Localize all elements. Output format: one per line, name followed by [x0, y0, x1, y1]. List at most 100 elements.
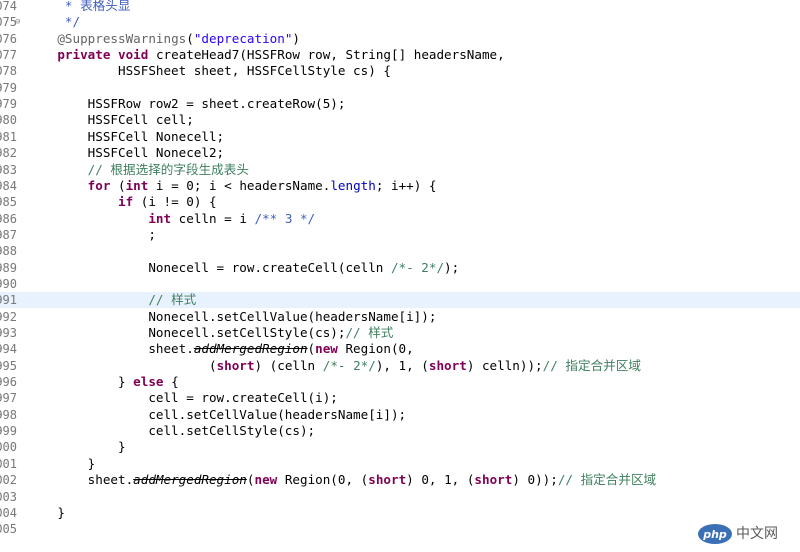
- code-line[interactable]: 003: [0, 489, 800, 505]
- code-line[interactable]: 990: [0, 276, 800, 292]
- code-line[interactable]: 992 Nonecell.setCellValue(headersName[i]…: [0, 309, 800, 325]
- code-text: cell.setCellStyle(cs);: [27, 423, 315, 439]
- code-token: *: [27, 0, 81, 13]
- line-number: 990: [0, 276, 17, 291]
- code-line[interactable]: 996 } else {: [0, 374, 800, 390]
- code-line[interactable]: 995 (short) (celln /*- 2*/), 1, (short) …: [0, 358, 800, 374]
- line-number: 996: [0, 375, 17, 390]
- code-token: private: [57, 47, 111, 63]
- php-logo: php: [698, 524, 732, 544]
- line-number: 982: [0, 146, 17, 161]
- code-line[interactable]: 074 * 表格头显: [0, 0, 800, 14]
- code-token: (i != 0) {: [133, 194, 217, 210]
- code-text: }: [27, 456, 96, 472]
- code-token: void: [118, 47, 149, 63]
- code-token: ) 0, 1, (: [406, 472, 475, 488]
- code-token: else: [133, 374, 164, 390]
- code-token: Nonecell.setCellValue(headersName[i]);: [27, 308, 437, 324]
- code-line[interactable]: 989 Nonecell = row.createCell(celln /*- …: [0, 260, 800, 276]
- code-line[interactable]: 991 // 样式: [0, 292, 800, 309]
- code-line[interactable]: 987 ;: [0, 227, 800, 243]
- line-number: 980: [0, 113, 17, 128]
- code-text: HSSFCell Nonecell;: [27, 129, 224, 145]
- code-line[interactable]: 999 cell.setCellStyle(cs);: [0, 423, 800, 439]
- code-token: ; i++) {: [375, 177, 437, 193]
- code-token: (: [110, 177, 126, 193]
- code-token: // 根据选择的字段生成表头: [87, 161, 249, 177]
- code-line[interactable]: 993 Nonecell.setCellStyle(cs);// 样式: [0, 325, 800, 341]
- code-line[interactable]: 076 @SuppressWarnings("deprecation"): [0, 31, 800, 47]
- line-number: 078: [0, 64, 17, 79]
- code-token: HSSFCell Nonecel2;: [27, 145, 225, 161]
- code-line[interactable]: 998 cell.setCellValue(headersName[i]);: [0, 407, 800, 423]
- code-line[interactable]: 005: [0, 521, 800, 537]
- line-number: 981: [0, 129, 17, 144]
- code-line[interactable]: 980 HSSFCell cell;: [0, 112, 800, 128]
- code-text: HSSFSheet sheet, HSSFCellStyle cs) {: [27, 63, 391, 79]
- code-token: // 样式: [345, 325, 394, 340]
- line-number: 985: [0, 195, 17, 210]
- code-line[interactable]: 984 for (int i = 0; i < headersName.leng…: [0, 178, 800, 194]
- line-number: 002: [0, 473, 17, 488]
- code-line[interactable]: 075⊖ */: [0, 14, 800, 30]
- code-text: }: [27, 505, 65, 521]
- code-line[interactable]: 988: [0, 243, 800, 259]
- code-token: /*- 2*/: [322, 357, 376, 373]
- code-line[interactable]: 078 HSSFSheet sheet, HSSFCellStyle cs) {: [0, 63, 800, 79]
- code-line[interactable]: 986 int celln = i /** 3 */: [0, 211, 800, 227]
- code-token: createHead7(HSSFRow row, String[] header…: [148, 47, 505, 63]
- code-token: ) (celln: [254, 357, 323, 373]
- code-text: cell = row.createCell(i);: [27, 390, 338, 406]
- code-line[interactable]: 997 cell = row.createCell(i);: [0, 390, 800, 406]
- code-text: sheet.addMergedRegion(new Region(0,: [27, 341, 413, 357]
- code-token: for: [87, 177, 111, 193]
- code-line[interactable]: 979: [0, 80, 800, 96]
- code-token: ) celln));: [466, 357, 543, 373]
- code-token: "deprecation": [193, 30, 293, 46]
- code-token: HSSFCell cell;: [27, 112, 194, 128]
- code-line[interactable]: 000 }: [0, 439, 800, 455]
- code-token: */: [27, 14, 81, 30]
- code-line[interactable]: 981 HSSFCell Nonecell;: [0, 129, 800, 145]
- code-line[interactable]: 979 HSSFRow row2 = sheet.createRow(5);: [0, 96, 800, 112]
- line-number: 992: [0, 309, 17, 324]
- code-token: cell = row.createCell(i);: [27, 390, 338, 406]
- php-cn-watermark: php 中文网: [698, 522, 794, 546]
- code-line[interactable]: 004 }: [0, 505, 800, 521]
- line-number: 994: [0, 342, 17, 357]
- code-text: // 根据选择的字段生成表头: [27, 162, 249, 178]
- code-text: if (i != 0) {: [27, 194, 217, 210]
- code-token: short: [368, 472, 407, 488]
- code-token: new: [254, 472, 278, 488]
- code-token: }: [27, 374, 134, 390]
- code-text: * 表格头显: [27, 0, 131, 14]
- code-text: (short) (celln /*- 2*/), 1, (short) cell…: [27, 358, 641, 374]
- code-line[interactable]: 985 if (i != 0) {: [0, 194, 800, 210]
- code-token: // 指定合并区域: [557, 472, 657, 488]
- code-token: int: [125, 177, 149, 193]
- line-number: 991: [0, 293, 17, 308]
- code-line[interactable]: 994 sheet.addMergedRegion(new Region(0,: [0, 341, 800, 357]
- code-token: @SuppressWarnings: [57, 30, 187, 46]
- code-token: new: [315, 341, 338, 357]
- code-text: cell.setCellValue(headersName[i]);: [27, 407, 406, 423]
- code-editor[interactable]: 074 * 表格头显075⊖ */076 @SuppressWarnings("…: [0, 0, 800, 552]
- code-line[interactable]: 001 }: [0, 456, 800, 472]
- line-number: 988: [0, 244, 17, 259]
- fold-collapse-icon[interactable]: ⊖: [15, 14, 20, 30]
- line-number: 984: [0, 178, 17, 193]
- code-token: ;: [27, 226, 156, 242]
- code-token: // 指定合并区域: [542, 357, 641, 373]
- line-number: 995: [0, 358, 17, 373]
- code-line[interactable]: 002 sheet.addMergedRegion(new Region(0, …: [0, 472, 800, 488]
- code-line[interactable]: 983 // 根据选择的字段生成表头: [0, 162, 800, 178]
- code-token: addMergedRegion: [193, 341, 308, 357]
- line-number: 998: [0, 407, 17, 422]
- line-number: 077: [0, 48, 17, 63]
- code-line[interactable]: 982 HSSFCell Nonecel2;: [0, 145, 800, 161]
- code-token: cell.setCellValue(headersName[i]);: [27, 406, 407, 422]
- code-text: for (int i = 0; i < headersName.length; …: [27, 178, 437, 194]
- code-line[interactable]: 077 private void createHead7(HSSFRow row…: [0, 47, 800, 63]
